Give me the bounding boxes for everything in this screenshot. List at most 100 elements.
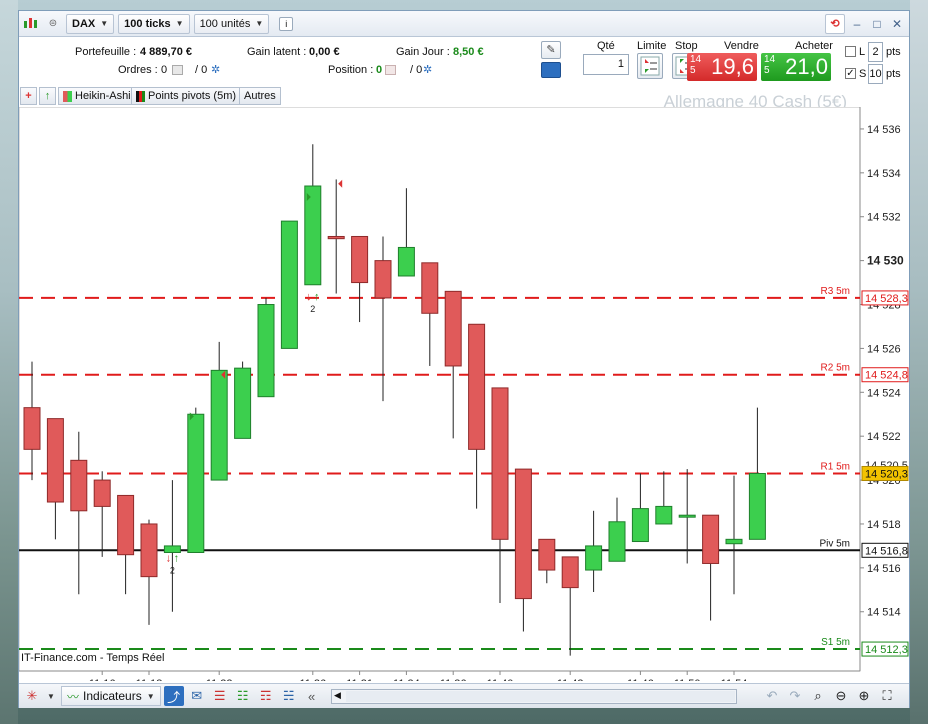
horizontal-scrollbar[interactable]: ◀ (331, 689, 737, 704)
scroll-left-icon[interactable]: ◀ (334, 690, 341, 701)
tab-others[interactable]: Autres (239, 87, 281, 105)
sell-price: 19,6 (711, 54, 754, 79)
buy-button[interactable]: 14 5 21,0 (761, 53, 831, 81)
limit-order-icon (640, 56, 660, 76)
share-icon[interactable]: ⤴ (163, 686, 184, 706)
tab-heikin-ashi[interactable]: Heikin-Ashi (58, 87, 136, 105)
candle-body (351, 235, 369, 284)
zoom-in-icon[interactable]: ⊕ (854, 686, 874, 706)
maximize-icon[interactable]: □ (869, 16, 885, 32)
stop-pts-input[interactable]: 10 (868, 64, 883, 84)
candle-body (608, 521, 626, 562)
candle-body (514, 468, 532, 600)
limit-pts-unit: pts (886, 46, 901, 58)
x-tick-label: 11:36 (440, 678, 467, 681)
candle-body (631, 508, 649, 543)
undo-icon[interactable]: ↶ (762, 686, 782, 706)
positions-icon[interactable]: ☷ (233, 686, 253, 706)
history-icon[interactable]: ☶ (256, 686, 276, 706)
pivot-price-label: 14 512,3 (865, 644, 908, 656)
position-settings-icon[interactable]: ✲ (423, 63, 432, 76)
limit-pts-letter: L (859, 46, 866, 58)
pivot-price-label: 14 524,8 (865, 370, 908, 382)
close-icon[interactable]: ✕ (889, 16, 905, 32)
scrollbar-thumb[interactable] (346, 691, 735, 702)
indicators-button-label: Indicateurs (83, 689, 142, 703)
connection-icon[interactable]: ⊜ (44, 15, 62, 33)
stop-pts-unit: pts (886, 68, 901, 80)
pivot-line-name: R2 5m (821, 363, 850, 374)
drawing-tools-icon[interactable]: ✳ (22, 686, 42, 706)
y-tick-label: 14 514 (867, 607, 901, 619)
close-position-icon[interactable] (383, 64, 396, 76)
portfolio-value: 4 889,70 € (140, 46, 192, 58)
redo-icon[interactable]: ↷ (785, 686, 805, 706)
x-tick-label: 11:46 (627, 678, 654, 681)
buy-arrow-icon: ↑ (314, 291, 320, 303)
sell-button[interactable]: 14 5 19,6 (687, 53, 757, 81)
sell-price-prefix: 14 5 (690, 54, 702, 76)
orders-list-icon[interactable]: ☰ (210, 686, 230, 706)
price-chart[interactable]: 14 51414 51614 51814 52014 52214 52414 5… (19, 107, 909, 681)
candle-body (725, 538, 743, 545)
candle-body (374, 260, 392, 299)
tab-heikin-ashi-label: Heikin-Ashi (75, 90, 131, 102)
qty-input[interactable]: 1 (583, 54, 629, 75)
scroll-left-fast-icon[interactable]: « (302, 686, 322, 706)
buy-price: 21,0 (785, 54, 828, 79)
candle-body (538, 538, 556, 571)
y-tick-label: 14 532 (867, 212, 901, 224)
candle-body (327, 235, 345, 240)
cancel-orders-icon[interactable] (170, 64, 183, 76)
trade-count-label: 2 (170, 565, 175, 575)
dropdown-chevron-icon[interactable]: ▼ (45, 686, 57, 706)
units-select[interactable]: 100 unités ▼ (193, 13, 270, 34)
minimize-icon[interactable]: – (849, 16, 865, 32)
chart-type-icon[interactable] (22, 15, 40, 33)
x-tick-label: 11:26 (299, 678, 326, 681)
add-indicator-icon[interactable]: + (20, 87, 37, 105)
refresh-icon[interactable]: ⟲ (825, 14, 845, 34)
x-tick-label: 11:16 (89, 678, 116, 681)
info-icon[interactable]: i (279, 16, 294, 31)
candle-body (702, 514, 720, 564)
sell-label: Vendre (724, 40, 759, 52)
candle-body (468, 323, 486, 450)
zoom-out-icon[interactable]: ⊖ (831, 686, 851, 706)
pivot-line-name: Piv 5m (819, 538, 850, 549)
candle-body (187, 413, 205, 553)
tab-pivot-points[interactable]: Points pivots (5m) (131, 87, 242, 105)
candle-body (23, 407, 41, 450)
order-panel: ✎ Qté 1 Limite Stop Vendre 14 5 19,6 Ach… (541, 38, 909, 85)
limit-pts-input[interactable]: 2 (868, 42, 883, 62)
candle-body (491, 387, 509, 540)
instrument-select[interactable]: DAX ▼ (66, 13, 115, 34)
chevron-down-icon: ▼ (146, 691, 155, 701)
candle-body (234, 367, 252, 439)
comment-icon[interactable]: ✉ (187, 686, 207, 706)
trade-count-label: 2 (310, 304, 315, 314)
zoom-fit-icon[interactable]: ⌕ (808, 686, 828, 706)
limit-order-button[interactable] (637, 53, 663, 79)
ticks-select[interactable]: 100 ticks ▼ (118, 13, 190, 34)
latent-gain-label: Gain latent : (247, 46, 307, 58)
keyboard-icon[interactable] (541, 62, 561, 78)
day-gain-label: Gain Jour : (396, 46, 450, 58)
fullscreen-icon[interactable]: ⛶ (877, 686, 897, 706)
limit-label: Limite (637, 40, 667, 52)
stop-label: Stop (675, 40, 698, 52)
arrow-up-icon[interactable]: ↑ (39, 87, 56, 105)
stop-checkbox[interactable]: ✓ (845, 68, 856, 79)
alerts-icon[interactable]: ☵ (279, 686, 299, 706)
orders-settings-icon[interactable]: ✲ (211, 63, 220, 76)
pivot-line-name: R1 5m (821, 461, 850, 472)
tab-others-label: Autres (244, 90, 276, 102)
orders-value: 0 (161, 64, 168, 76)
heikin-ashi-icon (63, 90, 72, 102)
x-tick-label: 11:50 (674, 678, 701, 681)
wrench-icon[interactable]: ✎ (541, 41, 561, 59)
data-source-label: IT-Finance.com - Temps Réel (21, 652, 165, 664)
limit-checkbox[interactable] (845, 46, 856, 57)
y-tick-label: 14 526 (867, 343, 901, 355)
indicators-button[interactable]: 〰 Indicateurs ▼ (61, 686, 161, 706)
